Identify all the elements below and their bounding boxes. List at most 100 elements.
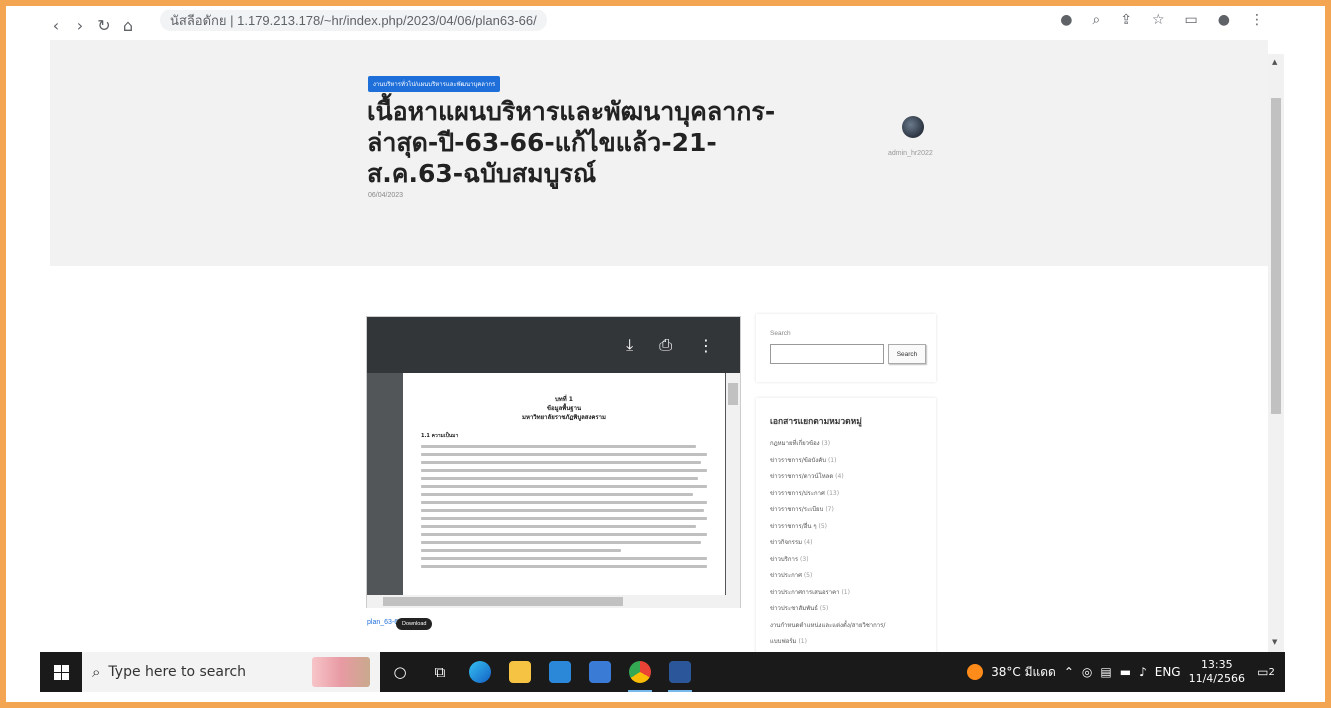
category-label: งานกำหนดตำแหน่งและแต่งตั้ง/สายวิชาการ/ <box>770 621 886 629</box>
category-item[interactable]: แบบฟอร์ม (1) <box>770 634 926 651</box>
notification-count: 2 <box>1268 666 1275 678</box>
cortana-icon[interactable]: ○ <box>380 652 420 692</box>
task-view-icon[interactable]: ⧉ <box>420 652 460 692</box>
category-item[interactable]: ข่าวราชการ/ดาวน์โหลด (4) <box>770 469 926 486</box>
category-label: ข่าวกิจกรรม <box>770 539 803 546</box>
avatar[interactable] <box>902 116 924 138</box>
scroll-thumb[interactable] <box>383 597 623 606</box>
reload-icon[interactable]: ↻ <box>92 16 116 35</box>
share-icon[interactable]: ⇪ <box>1120 12 1132 28</box>
profile-icon[interactable]: ● <box>1218 12 1230 28</box>
category-count: (5) <box>819 605 829 612</box>
category-item[interactable]: ข่าวประกาศ (5) <box>770 568 926 585</box>
taskbar: ⌕ Type here to search ○ ⧉ 38°C มีแดด ⌃ ◎… <box>40 652 1285 692</box>
search-widget: Search Search <box>756 314 936 382</box>
more-options-icon[interactable]: ⋮ <box>698 336 714 355</box>
pdf-heading: ข้อมูลพื้นฐาน <box>546 405 582 412</box>
store-icon[interactable] <box>580 652 620 692</box>
google-icon[interactable]: ● <box>1060 12 1072 28</box>
category-count: (3) <box>800 555 809 563</box>
category-count: (1) <box>827 456 837 464</box>
category-item[interactable]: กฎหมายที่เกี่ยวข้อง (3) <box>770 436 926 453</box>
scroll-thumb[interactable] <box>1271 98 1281 414</box>
pdf-text-line <box>421 509 705 512</box>
pdf-text-line <box>421 533 707 536</box>
home-icon[interactable]: ⌂ <box>116 16 140 35</box>
forward-icon[interactable]: › <box>68 16 92 35</box>
category-count: (5) <box>818 522 828 530</box>
tab-icon[interactable]: ▭ <box>1185 12 1198 28</box>
post-date: 06/04/2023 <box>368 192 404 199</box>
category-count: (1) <box>841 588 850 596</box>
clock-date: 11/4/2566 <box>1188 672 1245 685</box>
scroll-up-icon[interactable]: ▲ <box>1272 58 1277 66</box>
categories-list: กฎหมายที่เกี่ยวข้อง (3) ข่าวราชการ/ข้อบัง… <box>770 436 926 652</box>
page-scrollbar[interactable]: ▲ ▼ <box>1268 54 1284 652</box>
edge-icon[interactable] <box>460 652 500 692</box>
pdf-vertical-scrollbar[interactable] <box>726 373 740 595</box>
category-badge[interactable]: งานบริหารทั่วไป/แผนบริหารและพัฒนาบุคลากร <box>368 76 501 92</box>
scroll-down-icon[interactable]: ▼ <box>1272 638 1277 646</box>
weather-icon[interactable] <box>967 664 984 680</box>
clock[interactable]: 13:35 11/4/2566 <box>1189 658 1245 686</box>
word-icon[interactable] <box>660 652 700 692</box>
category-count: (13) <box>826 489 840 497</box>
pdf-chapter: บทที่ 1 <box>555 396 573 403</box>
pdf-text-line <box>421 453 707 456</box>
search-button[interactable]: Search <box>888 344 926 364</box>
bookmark-star-icon[interactable]: ☆ <box>1152 12 1165 28</box>
back-icon[interactable]: ‹ <box>44 16 68 35</box>
chevron-up-icon[interactable]: ⌃ <box>1064 665 1074 679</box>
category-item[interactable]: ข่าวราชการ/อื่น ๆ (5) <box>770 519 926 536</box>
language-indicator[interactable]: ENG <box>1155 665 1181 679</box>
download-icon[interactable]: ⤓ <box>626 335 633 355</box>
search-highlight-image[interactable] <box>312 657 370 687</box>
category-item[interactable]: ข่าวราชการ/ระเบียบ (7) <box>770 502 926 519</box>
pdf-text-line <box>421 525 696 528</box>
volume-icon[interactable]: ♪ <box>1139 665 1147 679</box>
category-count: (4) <box>803 539 813 546</box>
category-count: (4) <box>835 473 844 480</box>
meet-icon[interactable]: ◎ <box>1082 665 1092 679</box>
print-icon[interactable]: ⎙ <box>659 335 672 355</box>
network-icon[interactable]: ▤ <box>1100 665 1111 679</box>
notification-icon[interactable]: ▭ 2 <box>1253 659 1279 685</box>
pdf-viewer[interactable]: ⤓ ⎙ ⋮ บทที่ 1 ข้อมูลพื้นฐาน มหาวิทยาลัยร… <box>366 316 741 608</box>
url-field[interactable]: นัสลีอดักย | 1.179.213.178/~hr/index.php… <box>160 10 547 31</box>
category-item[interactable]: ข่าวบริการ (3) <box>770 552 926 569</box>
category-label: ข่าวประกาศ <box>770 572 802 579</box>
category-item[interactable]: งานกำหนดตำแหน่งและแต่งตั้ง/สายวิชาการ/ <box>770 618 926 635</box>
menu-icon[interactable]: ⋮ <box>1250 12 1264 28</box>
author-name[interactable]: admin_hr2022 <box>888 150 933 157</box>
category-count: (7) <box>825 506 834 513</box>
pdf-text-line <box>421 461 702 464</box>
search-label: Search <box>770 330 791 337</box>
windows-icon <box>53 664 69 680</box>
browser-actions: ● ⌕ ⇪ ☆ ▭ ● ⋮ <box>1060 12 1264 28</box>
search-icon: ⌕ <box>92 663 101 681</box>
scroll-thumb[interactable] <box>728 383 738 405</box>
page-viewport: งานบริหารทั่วไป/แผนบริหารและพัฒนาบุคลากร… <box>50 40 1268 652</box>
search-placeholder: Type here to search <box>108 664 247 680</box>
mail-icon[interactable] <box>540 652 580 692</box>
category-item[interactable]: ข่าวราชการ/ข้อบังคับ (1) <box>770 453 926 470</box>
start-button[interactable] <box>40 652 82 692</box>
search-input[interactable] <box>770 344 884 364</box>
pdf-text-line <box>421 541 702 544</box>
category-item[interactable]: ข่าวกิจกรรม (4) <box>770 535 926 552</box>
pdf-horizontal-scrollbar[interactable] <box>367 595 740 608</box>
browser-address-bar: ‹ › ↻ ⌂ นัสลีอดักย | 1.179.213.178/~hr/i… <box>44 10 1284 40</box>
taskbar-search[interactable]: ⌕ Type here to search <box>82 652 380 692</box>
pdf-text-line <box>421 493 693 496</box>
download-button[interactable]: Download <box>396 618 433 630</box>
file-explorer-icon[interactable] <box>500 652 540 692</box>
battery-icon[interactable]: ▬ <box>1120 665 1131 679</box>
category-item[interactable]: ข่าวประกาศการเสนอราคา (1) <box>770 585 926 602</box>
category-item[interactable]: ข่าวประชาสัมพันธ์ (5) <box>770 601 926 618</box>
category-label: กฎหมายที่เกี่ยวข้อง <box>770 440 820 447</box>
category-count: (1) <box>798 638 807 645</box>
weather-text[interactable]: 38°C มีแดด <box>991 663 1056 682</box>
chrome-icon[interactable] <box>620 652 660 692</box>
category-item[interactable]: ข่าวราชการ/ประกาศ (13) <box>770 486 926 503</box>
zoom-icon[interactable]: ⌕ <box>1092 12 1100 28</box>
